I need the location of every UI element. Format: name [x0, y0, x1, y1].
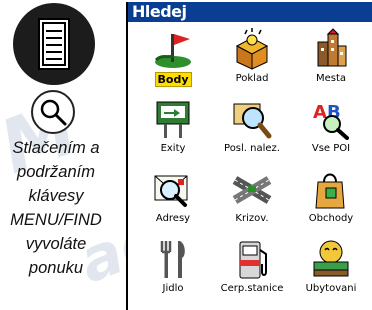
menu-item-adresy[interactable]: Adresy: [134, 168, 212, 236]
device-screen: Hledej Body Poklad Mesta Exity Posl. nal…: [126, 2, 372, 310]
lodging-bed-icon: [310, 238, 352, 280]
shopping-bag-icon: [310, 168, 352, 210]
menu-item-ubytovani[interactable]: Ubytovani: [292, 238, 370, 306]
instruction-caption: Stlačením a podržaním klávesy MENU/FIND …: [0, 136, 112, 280]
caption-line: ponuku: [28, 259, 84, 277]
caption-line: klávesy: [28, 187, 84, 205]
all-poi-ab-magnifier-icon: A B: [310, 98, 352, 140]
highway-exit-sign-icon: [152, 98, 194, 140]
menu-item-mesta[interactable]: Mesta: [292, 28, 370, 96]
menu-item-label: Poklad: [235, 73, 269, 84]
menu-item-label: Mesta: [315, 73, 347, 84]
menu-item-label: Krizov.: [235, 213, 269, 224]
menu-item-label: Vse POI: [311, 143, 351, 154]
recent-finds-magnifier-icon: [231, 98, 273, 140]
menu-item-label: Cerp.stanice: [220, 283, 284, 294]
menu-item-krizov[interactable]: Krizov.: [213, 168, 291, 236]
menu-item-cerp-stanice[interactable]: Cerp.stanice: [213, 238, 291, 306]
magnifier-icon: [31, 90, 75, 134]
menu-item-posl-nalez[interactable]: Posl. nalez.: [213, 98, 291, 166]
fork-knife-icon: [152, 238, 194, 280]
screen-title: Hledej: [128, 2, 372, 22]
menu-item-label: Adresy: [155, 213, 191, 224]
menu-item-vse-poi[interactable]: A B Vse POI: [292, 98, 370, 166]
menu-item-poklad[interactable]: Poklad: [213, 28, 291, 96]
fuel-pump-icon: [231, 238, 273, 280]
menu-item-label: Posl. nalez.: [224, 143, 280, 154]
menu-item-label: Exity: [160, 143, 186, 154]
caption-line: Stlačením a: [12, 139, 100, 157]
menu-item-label: Jidlo: [162, 283, 184, 294]
menu-item-jidlo[interactable]: Jidlo: [134, 238, 212, 306]
document-icon: [13, 3, 95, 85]
city-buildings-icon: [310, 28, 352, 70]
caption-line: MENU/FIND: [10, 211, 102, 229]
menu-item-label: Obchody: [308, 213, 354, 224]
address-envelope-icon: [152, 168, 194, 210]
menu-item-exity[interactable]: Exity: [134, 98, 212, 166]
treasure-chest-icon: [231, 28, 273, 70]
menu-item-label: Ubytovani: [305, 283, 357, 294]
menu-item-obchody[interactable]: Obchody: [292, 168, 370, 236]
intersection-roads-icon: [231, 168, 273, 210]
flag-waypoint-icon: [152, 28, 194, 70]
caption-line: vyvoláte: [25, 235, 87, 253]
menu-item-label: Body: [154, 72, 192, 87]
menu-item-body[interactable]: Body: [134, 28, 212, 96]
caption-line: podržaním: [17, 163, 95, 181]
